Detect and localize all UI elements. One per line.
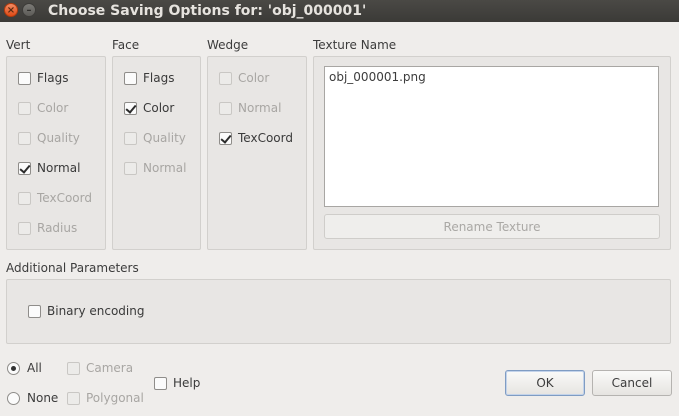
window-title: Choose Saving Options for: 'obj_000001'	[48, 3, 367, 19]
face-panel: Flags Color Quality Normal	[112, 56, 201, 250]
additional-parameters-panel: Binary encoding	[6, 279, 671, 344]
rename-texture-button[interactable]: Rename Texture	[324, 214, 660, 239]
minimize-window-icon[interactable]: –	[22, 3, 36, 17]
title-bar: × – Choose Saving Options for: 'obj_0000…	[0, 0, 679, 22]
additional-parameters-heading: Additional Parameters	[6, 261, 139, 275]
ok-button[interactable]: OK	[505, 370, 585, 396]
vert-panel: Flags Color Quality Normal TexCoord Radi…	[6, 56, 106, 250]
texture-name-item[interactable]: obj_000001.png	[329, 70, 654, 84]
texture-heading: Texture Name	[313, 38, 397, 52]
face-heading: Face	[112, 38, 140, 52]
close-window-icon[interactable]: ×	[4, 3, 18, 17]
texture-name-list[interactable]: obj_000001.png	[324, 66, 659, 207]
wedge-heading: Wedge	[207, 38, 249, 52]
wedge-panel: Color Normal TexCoord	[207, 56, 307, 250]
vert-heading: Vert	[6, 38, 31, 52]
cancel-button[interactable]: Cancel	[592, 370, 672, 396]
